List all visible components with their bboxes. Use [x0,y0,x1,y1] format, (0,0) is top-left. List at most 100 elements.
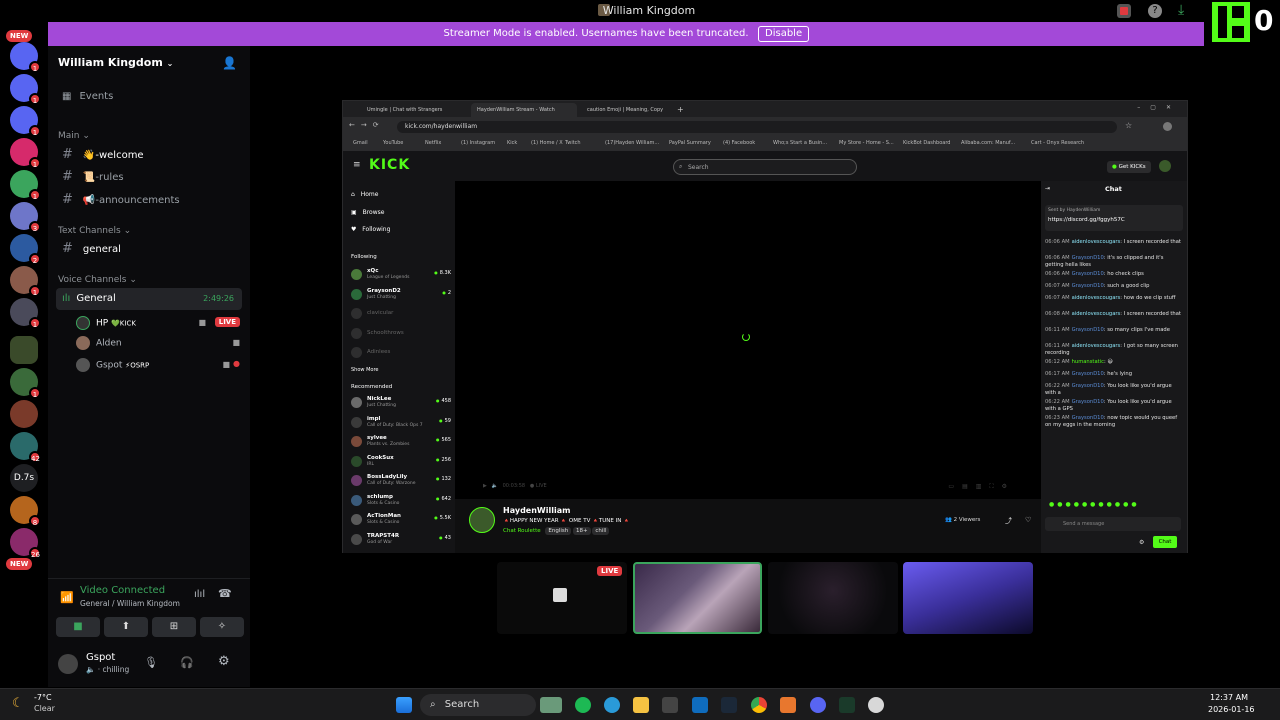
chat-message[interactable]: 06:07 AM aidenlovescougars: how do we cli… [1045,295,1183,302]
server-icon[interactable]: 1 [10,138,41,169]
widgets-icon[interactable] [540,697,562,713]
bookmark-item[interactable]: KickBot Dashboard [903,140,950,146]
stream-category[interactable]: Chat Roulette English 18+ chill [503,527,610,535]
channel-list-item[interactable]: implCall of Duty: Black Ops 7 59 [351,415,451,433]
video-player[interactable]: ▶ 🔈 00:03:58 ● LIVE ▭▤▥⛶⚙ [455,181,1041,499]
chat-username[interactable]: GraysonD10 [1072,399,1104,405]
user-avatar[interactable] [1159,160,1171,172]
webcam-tile[interactable] [903,562,1033,634]
bookmark-star-icon[interactable]: ☆ [1125,121,1132,130]
bookmark-item[interactable]: PayPal Summary [669,140,711,146]
disconnect-icon[interactable]: ☎ [218,587,232,600]
inbox-icon[interactable] [1117,4,1131,18]
server-icon[interactable] [10,400,38,428]
chat-message[interactable]: 06:11 AM aidenlovescougars: I got so many… [1045,343,1183,357]
outlook-icon[interactable] [692,697,708,713]
server-name[interactable]: William Kingdom ⌄ [58,56,173,69]
chat-message[interactable]: 06:22 AM GraysonD10: You look like you'd … [1045,399,1183,413]
voice-user-hp[interactable]: HP 💚KICK ■ LIVE [76,316,240,330]
kick-logo[interactable]: KICK [369,157,410,173]
bookmark-item[interactable]: (17)Hayden William... [605,140,659,146]
browser-tab[interactable]: caution Emoji | Meaning, Copy [581,103,687,117]
chat-username[interactable]: humanstatic [1072,359,1104,365]
browser-tab-active[interactable]: HaydenWilliam Stream - Watch [471,103,577,117]
chat-message[interactable]: 06:07 AM GraysonD10: such a good clip [1045,283,1183,290]
mic-icon[interactable]: 🎙 [144,656,158,669]
chat-username[interactable]: aidenlovescougars [1072,239,1121,245]
nav-home[interactable]: ⌂ Home [351,191,378,198]
chat-input[interactable]: Send a message [1045,517,1181,531]
chat-message[interactable]: 06:11 AM GraysonD10: so many clips I've m… [1045,327,1183,334]
clock-date[interactable]: 2026-01-16 [1208,705,1255,714]
bookmark-item[interactable]: Kick [507,140,517,146]
channel-list-item[interactable]: BossLadyLilyCall of Duty: Warzone 132 [351,473,451,491]
channel-announcements[interactable]: # 📢-announcements [56,189,242,211]
channel-general[interactable]: # general [56,238,242,260]
category-text-channels[interactable]: Text Channels ⌄ [58,226,131,236]
get-kicks-button[interactable]: ● Get KICKs [1107,161,1151,173]
voice-user-gspot[interactable]: Gspot ⚡OSRP ■ ● [76,358,240,372]
server-icon[interactable]: 1 [10,106,41,137]
chat-username[interactable]: GraysonD10 [1072,383,1104,389]
chat-message[interactable]: 06:06 AM GraysonD10: it's so clipped and … [1045,255,1183,269]
profile-icon[interactable] [1163,122,1172,131]
voice-channel-general[interactable]: ılı General 2:49:26 [56,288,242,310]
events-item[interactable]: ▦ Events [56,86,242,108]
nav-following[interactable]: ♥ Following [351,226,390,233]
chat-username[interactable]: aidenlovescougars [1072,343,1121,349]
category-voice-channels[interactable]: Voice Channels ⌄ [58,275,137,285]
chat-message[interactable]: 06:12 AM humanstatic: 😄 [1045,359,1183,366]
kick-search[interactable]: ⌕ Search [673,159,857,175]
bookmark-item[interactable]: (4) Facebook [723,140,755,146]
webcam-tile[interactable] [768,562,898,634]
server-icon[interactable]: 1 [10,74,41,105]
category-main[interactable]: Main ⌄ [58,131,90,141]
channel-list-item[interactable]: Schoolthrows [351,326,451,344]
streamer-name[interactable]: HaydenWilliam [503,506,570,515]
server-icon[interactable]: 8 [10,496,41,527]
terminal-icon[interactable] [839,697,855,713]
chat-message[interactable]: 06:23 AM GraysonD10: now topic would you … [1045,415,1183,429]
bookmark-item[interactable]: Gmail [353,140,368,146]
bookmark-item[interactable]: Netflix [425,140,441,146]
show-more-link[interactable]: Show More [351,367,378,373]
chat-username[interactable]: aidenlovescougars [1072,295,1121,301]
server-icon-d7s[interactable]: D.7s [10,464,38,492]
chat-username[interactable]: GraysonD10 [1072,371,1104,377]
webcam-tile-active[interactable] [633,562,762,634]
screen-share-stream[interactable]: Umingle | Chat with Strangers HaydenWill… [342,100,1188,553]
bookmark-item[interactable]: Alibaba.com: Manuf... [961,140,1015,146]
help-icon[interactable]: ? [1148,4,1162,18]
server-icon-william-kingdom[interactable] [10,336,38,364]
app-icon[interactable] [868,697,884,713]
channel-list-item[interactable]: xQcLeague of Legends 8.3K [351,267,451,285]
bookmark-item[interactable]: (1) Instagram [461,140,495,146]
download-icon[interactable]: ⤓ [1178,2,1184,18]
channel-list-item[interactable]: schlumpSlots & Casino 642 [351,493,451,511]
disable-button[interactable]: Disable [758,26,810,42]
new-tab-button[interactable]: + [675,103,689,117]
add-member-icon[interactable]: 👤 [222,56,237,70]
server-icon[interactable]: 26 [10,528,41,559]
channel-welcome[interactable]: # 👋-welcome [56,144,242,166]
windows-start-icon[interactable] [396,697,412,713]
server-icon[interactable]: 2 [10,234,41,265]
edge-icon[interactable] [604,697,620,713]
chat-send-button[interactable]: Chat [1153,536,1177,548]
user-avatar[interactable] [58,654,78,674]
chat-message[interactable]: 06:08 AM aidenlovescougars: I screen reco… [1045,311,1183,318]
discord-dm-icon[interactable]: 1 [10,42,41,73]
chat-message[interactable]: 06:06 AM aidenlovescougars: I screen reco… [1045,239,1183,246]
bookmark-item[interactable]: Twitch [565,140,581,146]
chat-username[interactable]: GraysonD10 [1072,415,1104,421]
window-controls[interactable]: –▢✕ [1137,104,1181,111]
chat-username[interactable]: GraysonD10 [1072,283,1104,289]
bookmark-item[interactable]: My Store - Home - S... [839,140,894,146]
chat-message[interactable]: 06:06 AM GraysonD10: ho check clips [1045,271,1183,278]
nav-buttons[interactable]: ←→⟳ [349,121,385,129]
player-settings[interactable]: ▭▤▥⛶⚙ [948,483,1015,491]
chat-username[interactable]: GraysonD10 [1072,327,1104,333]
steam-icon[interactable] [721,697,737,713]
server-icon[interactable]: 1 [10,368,41,399]
headset-icon[interactable]: 🎧 [180,656,194,669]
